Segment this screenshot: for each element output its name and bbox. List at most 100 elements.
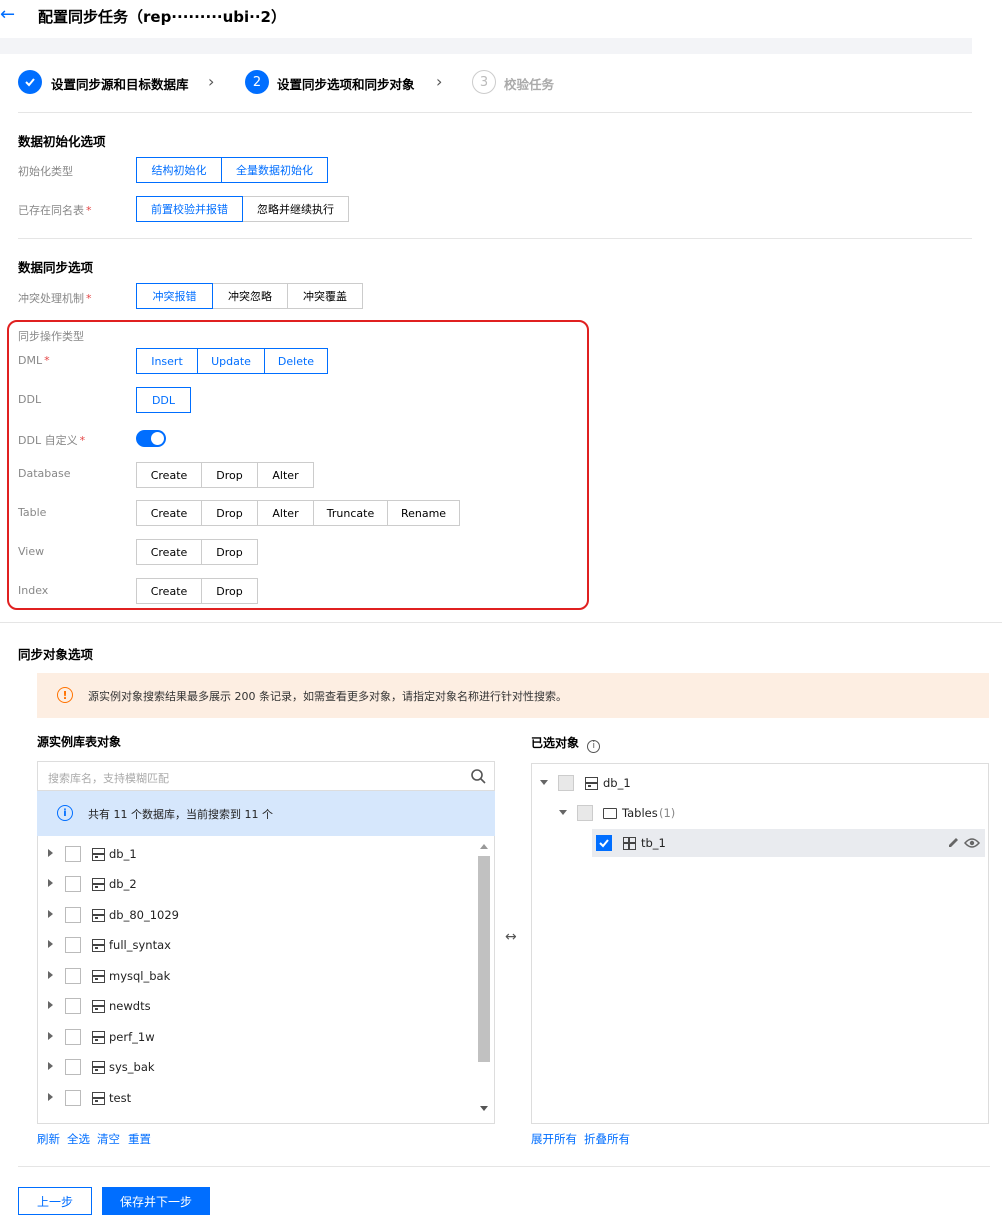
ignore-continue-option[interactable]: 忽略并继续执行 (242, 196, 349, 222)
select-all-link[interactable]: 全选 (67, 1131, 90, 1147)
db-name: db_1 (109, 847, 137, 861)
caret-right-icon[interactable] (48, 849, 53, 857)
checkbox[interactable] (65, 937, 81, 953)
checkbox[interactable] (577, 805, 593, 821)
database-create-option[interactable]: Create (136, 462, 202, 488)
checkbox[interactable] (558, 775, 574, 791)
ddl-option[interactable]: DDL (136, 387, 191, 413)
caret-right-icon[interactable] (48, 940, 53, 948)
page-title: 配置同步任务（rep·········ubi··2） (38, 8, 286, 26)
db-name: perf_1w (109, 1030, 155, 1044)
scroll-up-icon[interactable] (480, 844, 488, 849)
caret-right-icon[interactable] (48, 1001, 53, 1009)
list-item[interactable]: mysql_bak (38, 961, 474, 991)
ddl-custom-toggle[interactable] (136, 430, 166, 447)
list-item[interactable]: full_syntax (38, 930, 474, 960)
edit-icon[interactable] (947, 836, 960, 849)
prev-button[interactable]: 上一步 (18, 1187, 92, 1215)
eye-icon[interactable] (964, 837, 980, 849)
checkbox[interactable] (65, 1059, 81, 1075)
dml-update-option[interactable]: Update (197, 348, 265, 374)
same-table-label: 已存在同名表 * (18, 204, 92, 217)
list-item[interactable]: sys_bak (38, 1052, 474, 1082)
step-2-label: 设置同步选项和同步对象 (277, 77, 415, 92)
alert-text: 源实例对象搜索结果最多展示 200 条记录，如需查看更多对象，请指定对象名称进行… (88, 690, 567, 703)
same-table-group: 前置校验并报错 忽略并继续执行 (136, 196, 349, 222)
database-icon (585, 777, 598, 790)
checkbox-checked[interactable] (596, 835, 612, 851)
table-alter-option[interactable]: Alter (257, 500, 314, 526)
arrow-left-icon[interactable]: ← (0, 6, 18, 24)
table-create-option[interactable]: Create (136, 500, 202, 526)
table-rename-option[interactable]: Rename (387, 500, 460, 526)
caret-right-icon[interactable] (48, 1032, 53, 1040)
refresh-link[interactable]: 刷新 (37, 1131, 60, 1147)
checkbox[interactable] (65, 907, 81, 923)
view-drop-option[interactable]: Drop (201, 539, 258, 565)
database-icon (92, 878, 105, 891)
step-2-number: 2 (245, 70, 269, 94)
info-circle-icon[interactable]: i (587, 740, 601, 753)
list-item[interactable]: db_1 (38, 839, 474, 869)
divider (0, 622, 1002, 623)
save-next-button[interactable]: 保存并下一步 (102, 1187, 210, 1215)
conflict-overwrite-option[interactable]: 冲突覆盖 (287, 283, 363, 309)
checkbox[interactable] (65, 968, 81, 984)
caret-right-icon[interactable] (48, 910, 53, 918)
init-structure-option[interactable]: 结构初始化 (136, 157, 222, 183)
caret-right-icon[interactable] (48, 1062, 53, 1070)
step-1-label: 设置同步源和目标数据库 (51, 77, 189, 92)
database-icon (92, 1061, 105, 1074)
checkbox[interactable] (65, 1029, 81, 1045)
list-item[interactable]: test (38, 1083, 474, 1113)
checkbox[interactable] (65, 846, 81, 862)
table-icon (623, 837, 636, 850)
checkbox[interactable] (65, 876, 81, 892)
table-drop-option[interactable]: Drop (201, 500, 258, 526)
step-3-label: 校验任务 (504, 77, 555, 92)
list-item[interactable]: newdts (38, 991, 474, 1021)
scrollbar-thumb[interactable] (478, 856, 490, 1062)
database-icon (92, 909, 105, 922)
caret-right-icon[interactable] (48, 971, 53, 979)
table-truncate-option[interactable]: Truncate (313, 500, 388, 526)
database-alter-option[interactable]: Alter (257, 462, 314, 488)
caret-right-icon[interactable] (48, 879, 53, 887)
database-label: Database (18, 467, 71, 480)
collapse-all-link[interactable]: 折叠所有 (584, 1131, 630, 1147)
conflict-ignore-option[interactable]: 冲突忽略 (212, 283, 288, 309)
list-item[interactable]: perf_1w (38, 1022, 474, 1052)
checkbox[interactable] (65, 1090, 81, 1106)
database-icon (92, 1092, 105, 1105)
db-name: mysql_bak (109, 969, 171, 983)
caret-down-icon[interactable] (559, 810, 567, 815)
checkbox[interactable] (65, 998, 81, 1014)
precheck-error-option[interactable]: 前置校验并报错 (136, 196, 243, 222)
warning-alert: ! 源实例对象搜索结果最多展示 200 条记录，如需查看更多对象，请指定对象名称… (37, 673, 989, 718)
expand-all-link[interactable]: 展开所有 (531, 1131, 577, 1147)
divider (18, 1166, 990, 1167)
scrollbar[interactable] (477, 840, 491, 1120)
clear-link[interactable]: 清空 (97, 1131, 120, 1147)
index-group: Create Drop (136, 578, 258, 604)
search-icon[interactable] (470, 768, 486, 784)
index-drop-option[interactable]: Drop (201, 578, 258, 604)
init-full-data-option[interactable]: 全量数据初始化 (221, 157, 328, 183)
caret-right-icon[interactable] (48, 1093, 53, 1101)
reset-link[interactable]: 重置 (128, 1131, 151, 1147)
dml-delete-option[interactable]: Delete (264, 348, 328, 374)
db-name: sys_bak (109, 1060, 155, 1074)
caret-down-icon[interactable] (540, 780, 548, 785)
database-drop-option[interactable]: Drop (201, 462, 258, 488)
list-item[interactable]: db_80_1029 (38, 900, 474, 930)
list-item[interactable]: db_2 (38, 869, 474, 899)
conflict-group: 冲突报错 冲突忽略 冲突覆盖 (136, 283, 363, 309)
view-create-option[interactable]: Create (136, 539, 202, 565)
dml-insert-option[interactable]: Insert (136, 348, 198, 374)
conflict-error-option[interactable]: 冲突报错 (136, 283, 213, 309)
scroll-down-icon[interactable] (480, 1106, 488, 1111)
search-input[interactable]: 搜索库名，支持模糊匹配 (37, 761, 495, 791)
index-create-option[interactable]: Create (136, 578, 202, 604)
divider (18, 238, 972, 239)
step-3-number: 3 (472, 70, 496, 94)
